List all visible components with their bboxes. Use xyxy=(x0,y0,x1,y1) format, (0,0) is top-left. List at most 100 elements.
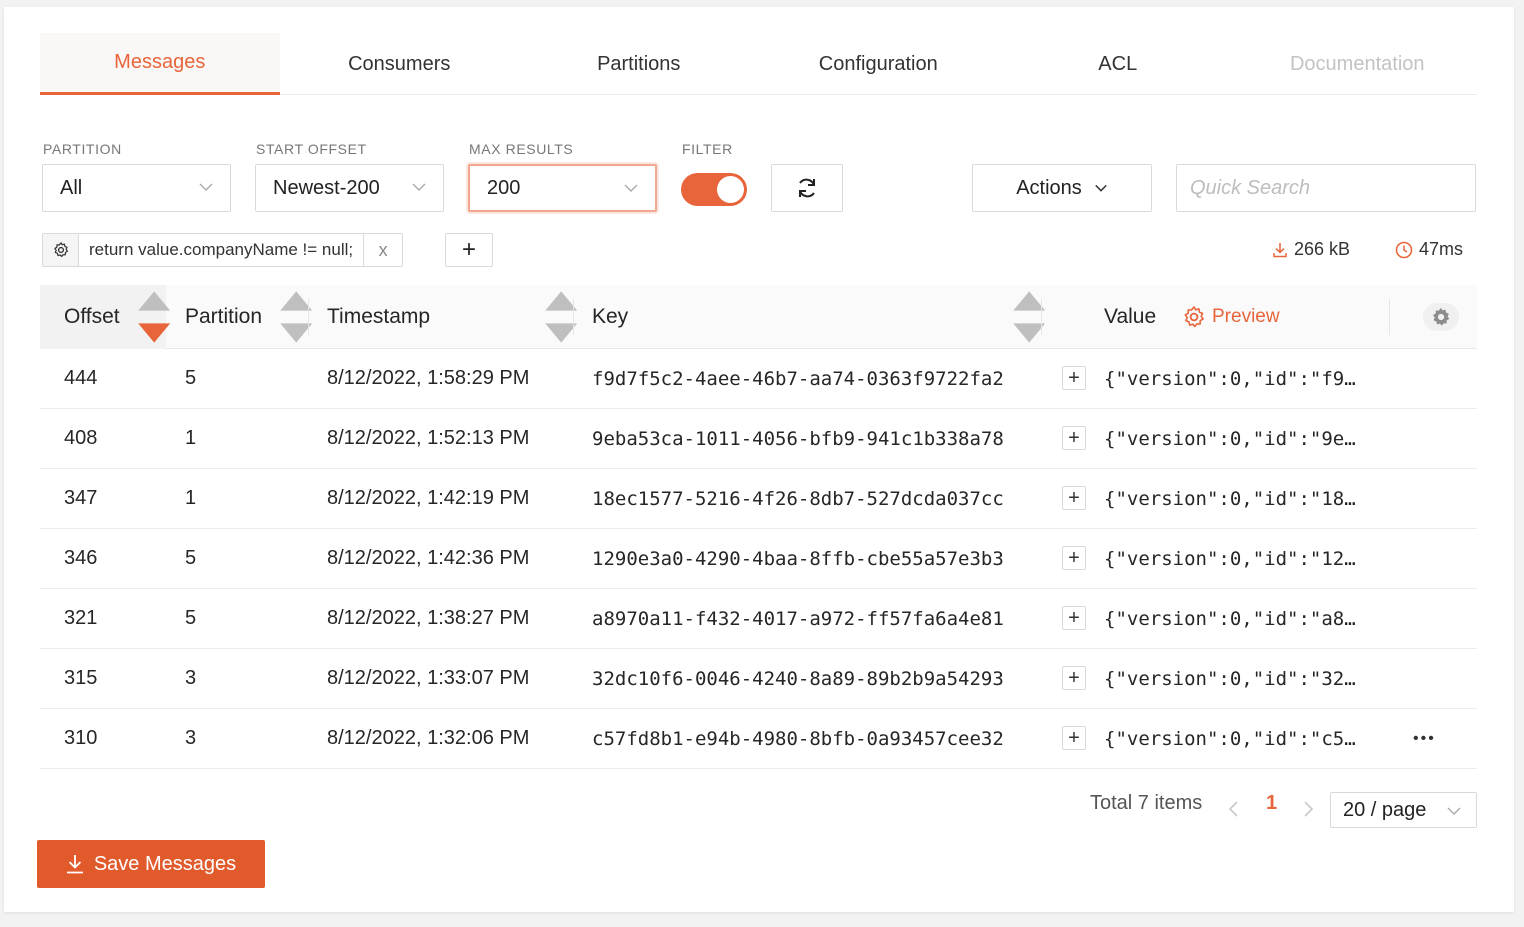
table-row[interactable]: 408 1 8/12/2022, 1:52:13 PM 9eba53ca-101… xyxy=(40,409,1477,469)
download-icon xyxy=(66,855,83,874)
partition-select-value: All xyxy=(60,176,83,199)
actions-label: Actions xyxy=(1016,176,1082,199)
table-header: Offset Partition Timestamp Key Value Pre… xyxy=(40,285,1477,349)
key-cell: a8970a11-f432-4017-a972-ff57fa6a4e81 xyxy=(592,607,1004,630)
partition-header-label: Partition xyxy=(185,305,263,328)
tab-documentation: Documentation xyxy=(1289,52,1425,75)
max-results-label: MAX RESULTS xyxy=(469,141,574,157)
filter-settings-button[interactable] xyxy=(43,234,79,266)
pagination-total: Total 7 items xyxy=(1090,792,1203,814)
partition-cell: 5 xyxy=(185,367,197,389)
column-divider xyxy=(573,299,574,335)
table-row[interactable]: 347 1 8/12/2022, 1:42:19 PM 18ec1577-521… xyxy=(40,469,1477,529)
tab-partitions[interactable]: Partitions xyxy=(519,33,759,95)
add-filter-button[interactable]: + xyxy=(445,233,493,267)
value-cell: {"version":0,"id":"c5… xyxy=(1104,727,1356,750)
size-value: 266 kB xyxy=(1294,239,1351,259)
save-messages-label: Save Messages xyxy=(93,852,237,875)
column-divider xyxy=(1041,299,1042,335)
toggle-knob xyxy=(717,176,744,203)
offset-cell: 315 xyxy=(64,667,98,689)
expand-row-button[interactable]: + xyxy=(1062,486,1086,510)
column-divider xyxy=(1389,299,1390,335)
next-page-button[interactable] xyxy=(1301,800,1315,818)
timestamp-cell: 8/12/2022, 1:33:07 PM xyxy=(327,667,530,689)
sort-icon[interactable] xyxy=(1010,285,1048,349)
column-header-timestamp[interactable]: Timestamp xyxy=(327,285,430,349)
save-messages-button[interactable]: Save Messages xyxy=(37,840,265,888)
timestamp-cell: 8/12/2022, 1:38:27 PM xyxy=(327,607,530,629)
table-row[interactable]: 315 3 8/12/2022, 1:33:07 PM 32dc10f6-004… xyxy=(40,649,1477,709)
filter-label: FILTER xyxy=(682,141,733,157)
expand-row-button[interactable]: + xyxy=(1062,366,1086,390)
max-results-select[interactable]: 200 xyxy=(468,164,657,212)
key-header-label: Key xyxy=(592,305,629,328)
key-cell: c57fd8b1-e94b-4980-8bfb-0a93457cee32 xyxy=(592,727,1004,750)
chevron-left-icon xyxy=(1228,801,1238,817)
tab-consumers[interactable]: Consumers xyxy=(280,33,520,95)
value-header-label: Value xyxy=(1104,305,1157,328)
column-header-partition[interactable]: Partition xyxy=(185,285,262,349)
start-offset-select-value: Newest-200 xyxy=(273,176,380,199)
page-size-value: 20 / page xyxy=(1343,798,1427,821)
quick-search-input[interactable] xyxy=(1176,164,1476,212)
filter-code[interactable]: return value.companyName != null; xyxy=(79,234,365,266)
offset-cell: 321 xyxy=(64,607,98,629)
column-header-offset[interactable]: Offset xyxy=(64,285,120,349)
page-size-select[interactable]: 20 / page xyxy=(1330,792,1477,828)
chevron-down-icon xyxy=(624,184,638,192)
chevron-down-icon xyxy=(1094,184,1107,192)
partition-select[interactable]: All xyxy=(42,164,231,212)
messages-table: Offset Partition Timestamp Key Value Pre… xyxy=(40,285,1477,769)
offset-header-label: Offset xyxy=(64,305,120,328)
tab-configuration[interactable]: Configuration xyxy=(759,33,999,95)
offset-cell: 444 xyxy=(64,367,98,389)
timestamp-header-label: Timestamp xyxy=(327,305,431,328)
partition-cell: 1 xyxy=(185,487,197,509)
value-cell: {"version":0,"id":"12… xyxy=(1104,547,1356,570)
chevron-right-icon xyxy=(1304,801,1314,817)
expand-row-button[interactable]: + xyxy=(1062,426,1086,450)
remove-filter-button[interactable]: x xyxy=(364,234,402,266)
table-row[interactable]: 444 5 8/12/2022, 1:58:29 PM f9d7f5c2-4ae… xyxy=(40,349,1477,409)
expand-row-button[interactable]: + xyxy=(1062,606,1086,630)
gear-icon xyxy=(1433,307,1450,326)
sort-icon[interactable] xyxy=(542,285,580,349)
max-results-select-value: 200 xyxy=(487,176,521,199)
table-row[interactable]: 310 3 8/12/2022, 1:32:06 PM c57fd8b1-e94… xyxy=(40,709,1477,769)
start-offset-select[interactable]: Newest-200 xyxy=(255,164,444,212)
actions-dropdown-button[interactable]: Actions xyxy=(972,164,1152,212)
table-row[interactable]: 321 5 8/12/2022, 1:38:27 PM a8970a11-f43… xyxy=(40,589,1477,649)
offset-cell: 347 xyxy=(64,487,98,509)
expand-row-button[interactable]: + xyxy=(1062,726,1086,750)
sort-icon[interactable] xyxy=(135,285,173,349)
partition-cell: 3 xyxy=(185,667,197,689)
start-offset-label: START OFFSET xyxy=(256,141,367,157)
table-row[interactable]: 346 5 8/12/2022, 1:42:36 PM 1290e3a0-429… xyxy=(40,529,1477,589)
preview-settings-button[interactable]: Preview xyxy=(1182,285,1280,349)
size-stat: 266 kB xyxy=(1272,239,1350,260)
refresh-button[interactable] xyxy=(771,164,843,212)
filter-toggle[interactable] xyxy=(681,173,747,206)
tab-messages[interactable]: Messages xyxy=(40,33,280,95)
key-cell: 1290e3a0-4290-4baa-8ffb-cbe55a57e3b3 xyxy=(592,547,1004,570)
timestamp-cell: 8/12/2022, 1:58:29 PM xyxy=(327,367,530,389)
key-cell: 9eba53ca-1011-4056-bfb9-941c1b338a78 xyxy=(592,427,1004,450)
expand-row-button[interactable]: + xyxy=(1062,666,1086,690)
key-cell: 32dc10f6-0046-4240-8a89-89b2b9a54293 xyxy=(592,667,1004,690)
partition-label: PARTITION xyxy=(43,141,122,157)
page-1-button[interactable]: 1 xyxy=(1266,792,1277,815)
column-settings-button[interactable] xyxy=(1423,303,1459,331)
partition-cell: 3 xyxy=(185,727,197,749)
tab-acl[interactable]: ACL xyxy=(998,33,1238,95)
refresh-icon xyxy=(799,178,815,198)
prev-page-button[interactable] xyxy=(1227,800,1241,818)
sort-icon[interactable] xyxy=(277,285,315,349)
row-more-actions-button[interactable]: ••• xyxy=(1413,709,1436,768)
filter-chip: return value.companyName != null; x xyxy=(42,233,404,267)
column-header-key[interactable]: Key xyxy=(592,285,628,349)
timestamp-cell: 8/12/2022, 1:42:19 PM xyxy=(327,487,530,509)
duration-value: 47ms xyxy=(1419,239,1464,259)
expand-row-button[interactable]: + xyxy=(1062,546,1086,570)
timestamp-cell: 8/12/2022, 1:52:13 PM xyxy=(327,427,530,449)
